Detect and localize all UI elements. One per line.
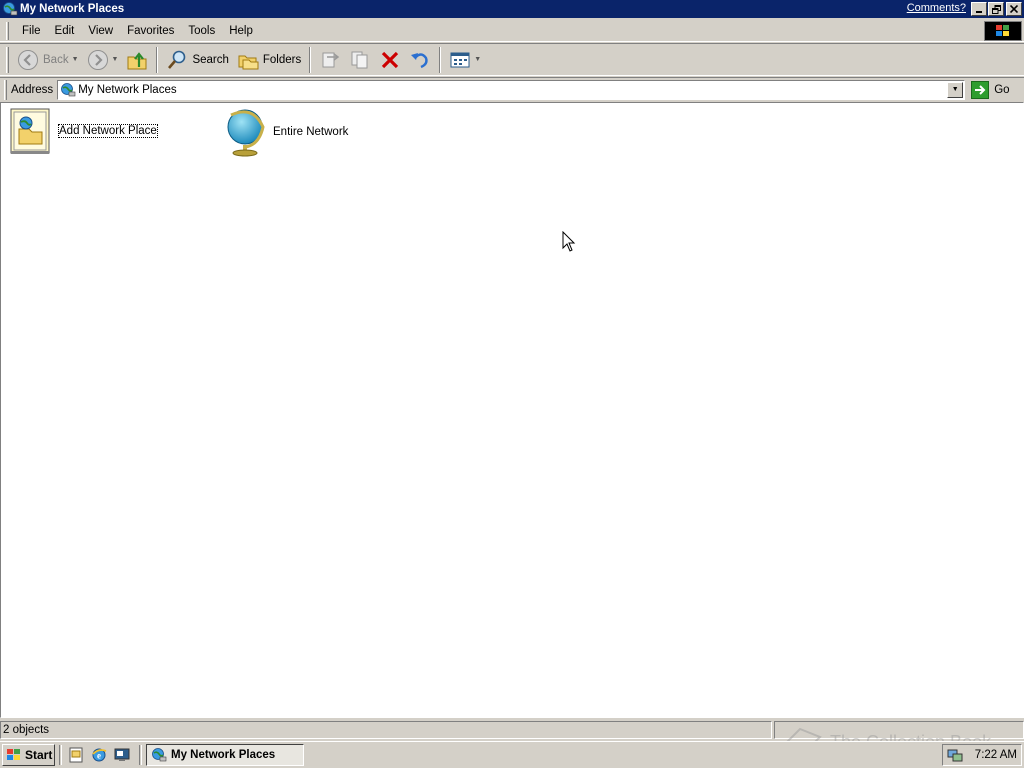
status-bar: 2 objects — [0, 720, 1024, 740]
windows-logo — [984, 21, 1022, 41]
network-places-icon — [3, 2, 18, 16]
toolbar-separator — [439, 46, 442, 73]
menu-edit[interactable]: Edit — [48, 25, 82, 37]
title-bar[interactable]: My Network Places Comments? — [0, 0, 1024, 18]
chevron-down-icon: ▼ — [951, 86, 959, 93]
status-text: 2 objects — [3, 724, 50, 736]
folders-icon — [238, 55, 259, 69]
network-places-icon — [61, 82, 76, 96]
views-icon — [450, 52, 470, 67]
back-button[interactable]: Back ▼ — [13, 46, 83, 74]
back-label: Back — [43, 53, 69, 66]
address-bar: Address ▼ Go — [0, 77, 1024, 101]
restore-button[interactable] — [988, 2, 1004, 16]
task-label: My Network Places — [171, 749, 276, 761]
window-title: My Network Places — [20, 3, 125, 15]
menu-bar: File Edit View Favorites Tools Help — [0, 20, 1024, 42]
system-tray: 7:22 AM — [942, 744, 1022, 766]
undo-button[interactable] — [405, 46, 435, 74]
delete-button[interactable] — [375, 46, 405, 74]
globe-icon — [227, 109, 265, 157]
toolbar-separator — [309, 46, 312, 73]
windows-flag-icon — [7, 749, 20, 760]
list-item-entire-network[interactable]: Entire Network — [223, 107, 348, 157]
start-label: Start — [25, 748, 53, 762]
menu-tools[interactable]: Tools — [181, 25, 222, 37]
undo-icon — [411, 52, 428, 68]
toolbar-grip[interactable] — [6, 46, 9, 73]
forward-dropdown-icon[interactable]: ▼ — [112, 56, 119, 63]
taskbar-button-my-network-places[interactable]: My Network Places — [146, 744, 304, 766]
forward-arrow-icon — [87, 49, 108, 70]
minimize-button[interactable] — [971, 2, 987, 16]
restore-icon — [991, 4, 1001, 14]
close-icon — [1010, 5, 1018, 13]
quicklaunch-grip[interactable] — [59, 745, 62, 765]
status-zone-pane — [774, 721, 1024, 739]
menu-grip[interactable] — [6, 21, 9, 40]
up-button[interactable] — [122, 46, 152, 74]
address-grip[interactable] — [4, 79, 7, 100]
network-places-icon — [152, 748, 167, 762]
caption-buttons — [970, 2, 1022, 16]
go-label: Go — [994, 83, 1010, 96]
clock[interactable]: 7:22 AM — [975, 749, 1017, 761]
address-input[interactable] — [78, 83, 939, 96]
menu-help[interactable]: Help — [222, 25, 260, 37]
svg-text:e: e — [97, 751, 101, 761]
list-item-add-network-place[interactable]: Add Network Place — [7, 107, 158, 155]
close-button[interactable] — [1006, 2, 1022, 16]
folder-up-icon — [127, 51, 147, 69]
forward-button[interactable]: ▼ — [83, 46, 123, 74]
quicklaunch-explorer[interactable] — [66, 745, 86, 765]
status-text-pane: 2 objects — [0, 721, 772, 739]
search-button[interactable]: Search — [162, 46, 232, 74]
comments-link[interactable]: Comments? — [907, 2, 966, 14]
copy-to-button[interactable] — [345, 46, 375, 74]
start-button[interactable]: Start — [2, 744, 55, 766]
taskbar: Start e My Network Places 7:22 AM — [0, 741, 1024, 768]
mouse-pointer-icon — [562, 231, 576, 252]
folders-label: Folders — [262, 53, 302, 66]
internet-explorer-icon: e — [92, 748, 107, 762]
search-icon — [168, 50, 186, 69]
back-arrow-icon — [18, 49, 38, 70]
toolbar-separator — [156, 46, 159, 73]
address-label: Address — [11, 83, 54, 96]
item-label: Entire Network — [273, 126, 349, 138]
folders-button[interactable]: Folders — [233, 46, 305, 74]
menu-view[interactable]: View — [81, 25, 120, 37]
back-dropdown-icon[interactable]: ▼ — [72, 56, 79, 63]
add-network-place-icon — [10, 108, 50, 154]
views-button[interactable]: ▼ — [445, 46, 485, 74]
show-desktop-icon — [114, 748, 130, 761]
address-dropdown-button[interactable]: ▼ — [947, 81, 964, 98]
tasks-grip[interactable] — [139, 745, 142, 765]
copy-to-icon — [351, 51, 368, 68]
standard-toolbar: Back ▼ ▼ Search Folders ▼ — [0, 43, 1024, 76]
item-label: Add Network Place — [58, 124, 158, 138]
quicklaunch-desktop[interactable] — [112, 745, 132, 765]
menu-file[interactable]: File — [15, 25, 48, 37]
network-connection-icon[interactable] — [947, 747, 963, 763]
go-button[interactable]: Go — [971, 80, 1010, 99]
move-to-button[interactable] — [315, 46, 345, 74]
address-box[interactable]: ▼ — [57, 79, 966, 100]
menu-favorites[interactable]: Favorites — [120, 25, 181, 37]
windows-flag-icon — [996, 25, 1009, 36]
explorer-icon — [69, 747, 83, 763]
minimize-icon — [976, 11, 982, 13]
views-dropdown-icon[interactable]: ▼ — [474, 56, 481, 63]
file-list-view[interactable]: Add Network Place Entire Network — [0, 102, 1024, 718]
quicklaunch-ie[interactable]: e — [89, 745, 109, 765]
search-label: Search — [192, 53, 229, 66]
go-arrow-icon — [971, 80, 990, 99]
delete-x-icon — [382, 51, 399, 68]
move-to-icon — [322, 52, 340, 67]
